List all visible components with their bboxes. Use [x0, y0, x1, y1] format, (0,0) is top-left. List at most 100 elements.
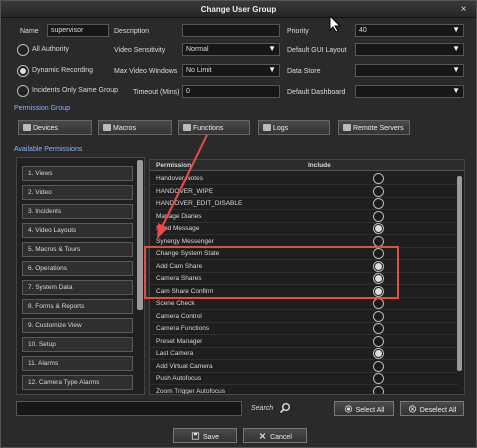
- radio-icon: [17, 44, 29, 56]
- select-all-button[interactable]: Select All: [334, 401, 394, 416]
- highlight-box: [144, 246, 399, 299]
- category-item[interactable]: 3. Incidents: [22, 204, 133, 219]
- radio-selected-icon: [17, 65, 29, 77]
- dropdown-arrow-icon: ▼: [268, 65, 276, 74]
- permission-name: Preset Manager: [156, 337, 203, 345]
- all-authority-radio[interactable]: All Authority: [17, 44, 107, 58]
- change-user-group-dialog: Change User Group × Name supervisor Desc…: [0, 0, 477, 448]
- dropdown-arrow-icon: ▼: [452, 86, 460, 95]
- include-radio-icon[interactable]: [373, 323, 384, 334]
- category-item[interactable]: 5. Macros & Tours: [22, 242, 133, 257]
- deselect-all-icon: [408, 405, 416, 413]
- remote-servers-button[interactable]: Remote Servers: [338, 120, 410, 135]
- logs-button[interactable]: Logs: [258, 120, 330, 135]
- cancel-button[interactable]: Cancel: [243, 428, 307, 443]
- name-label: Name: [20, 28, 39, 35]
- permission-name: Scene Check: [156, 300, 195, 307]
- default-gui-layout-label: Default GUI Layout: [287, 47, 347, 54]
- include-radio-selected-icon[interactable]: [373, 348, 384, 359]
- category-item[interactable]: 10. Setup: [22, 337, 133, 352]
- close-icon[interactable]: ×: [457, 3, 470, 16]
- incidents-only-label: Incidents Only Same Group: [32, 87, 118, 94]
- include-radio-icon[interactable]: [373, 235, 384, 247]
- priority-select[interactable]: 40 ▼: [355, 24, 464, 37]
- include-radio-icon[interactable]: [373, 373, 384, 384]
- permission-row[interactable]: Last Camera: [150, 348, 458, 360]
- save-button[interactable]: Save: [173, 428, 237, 443]
- category-item[interactable]: 2. Video: [22, 185, 133, 200]
- deselect-all-button[interactable]: Deselect All: [400, 401, 464, 416]
- data-store-select[interactable]: ▼: [355, 64, 464, 77]
- logs-icon: [263, 124, 271, 131]
- include-column-header: Include: [308, 162, 331, 169]
- description-label: Description: [114, 28, 150, 35]
- include-radio-icon[interactable]: [373, 210, 384, 222]
- permission-row[interactable]: Scene Check: [150, 298, 458, 310]
- description-field[interactable]: [182, 24, 280, 37]
- permission-name: Last Camera: [156, 350, 194, 357]
- select-all-icon: [344, 405, 352, 413]
- cancel-icon: [259, 433, 266, 439]
- permission-name: Push Autofocus: [156, 375, 202, 382]
- default-dashboard-label: Default Dashboard: [287, 89, 346, 96]
- category-item[interactable]: 9. Customize View: [22, 318, 133, 333]
- macros-icon: [103, 124, 111, 131]
- permission-row[interactable]: Camera Functions: [150, 323, 458, 335]
- video-sensitivity-select[interactable]: Normal ▼: [182, 43, 280, 56]
- permission-row[interactable]: Preset Manager: [150, 335, 458, 348]
- dynamic-recording-radio[interactable]: Dynamic Recording: [17, 65, 113, 79]
- permission-name: Camera Functions: [156, 325, 210, 332]
- include-radio-icon[interactable]: [373, 298, 384, 309]
- permission-category-list: 1. Views 2. Video 3. Incidents 4. Video …: [16, 157, 145, 395]
- include-radio-icon[interactable]: [373, 173, 384, 184]
- dropdown-arrow-icon: ▼: [452, 65, 460, 74]
- max-video-windows-select[interactable]: No Limit ▼: [182, 64, 280, 77]
- search-label: Search: [251, 405, 274, 412]
- permission-row[interactable]: Push Autofocus: [150, 373, 458, 385]
- devices-button[interactable]: Devices: [18, 120, 92, 135]
- include-radio-icon[interactable]: [373, 198, 384, 209]
- category-item[interactable]: 11. Alarms: [22, 356, 133, 371]
- permission-row[interactable]: Add Virtual Camera: [150, 360, 458, 373]
- mouse-cursor-icon: [329, 15, 341, 33]
- category-item[interactable]: 6. Operations: [22, 261, 133, 276]
- priority-label: Priority: [287, 28, 309, 35]
- include-radio-icon[interactable]: [373, 385, 384, 394]
- deselect-all-label: Deselect All: [419, 407, 457, 414]
- logs-button-label: Logs: [273, 125, 289, 132]
- default-gui-layout-select[interactable]: ▼: [355, 43, 464, 56]
- dropdown-arrow-icon: ▼: [452, 25, 460, 34]
- title-bar: Change User Group ×: [1, 1, 476, 18]
- category-item[interactable]: 7. System Data: [22, 280, 133, 295]
- permission-row[interactable]: Camera Control: [150, 310, 458, 323]
- permission-row[interactable]: Zoom Trigger Autofocus: [150, 385, 458, 395]
- timeout-label: Timeout (Mins): [133, 89, 180, 96]
- save-label: Save: [203, 434, 219, 441]
- category-item[interactable]: 8. Forms & Reports: [22, 299, 133, 314]
- available-permissions-label: Available Permissions: [14, 146, 83, 153]
- include-radio-selected-icon[interactable]: [373, 223, 384, 234]
- priority-value: 40: [359, 27, 367, 34]
- include-radio-icon[interactable]: [373, 335, 384, 347]
- annotation-arrow: [157, 134, 208, 239]
- timeout-field[interactable]: 0: [182, 85, 280, 98]
- include-radio-icon[interactable]: [373, 360, 384, 372]
- cancel-label: Cancel: [270, 434, 292, 441]
- devices-button-label: Devices: [33, 125, 58, 132]
- category-item[interactable]: 12. Camera Type Alarms: [22, 375, 133, 390]
- remote-servers-button-label: Remote Servers: [353, 125, 404, 132]
- category-item[interactable]: 4. Video Layouts: [22, 223, 133, 238]
- dropdown-arrow-icon: ▼: [452, 44, 460, 53]
- category-item[interactable]: 1. Views: [22, 166, 133, 181]
- dynamic-recording-label: Dynamic Recording: [32, 67, 94, 74]
- default-dashboard-select[interactable]: ▼: [355, 85, 464, 98]
- permission-name: Zoom Trigger Autofocus: [156, 387, 226, 395]
- include-radio-icon[interactable]: [373, 185, 384, 197]
- incidents-only-same-group-radio[interactable]: Incidents Only Same Group: [17, 85, 118, 99]
- radio-icon: [17, 85, 29, 97]
- include-radio-icon[interactable]: [373, 310, 384, 322]
- permissions-scrollbar[interactable]: [457, 176, 462, 371]
- search-input[interactable]: [16, 401, 242, 416]
- search-icon[interactable]: [279, 402, 291, 414]
- name-field[interactable]: supervisor: [47, 24, 109, 37]
